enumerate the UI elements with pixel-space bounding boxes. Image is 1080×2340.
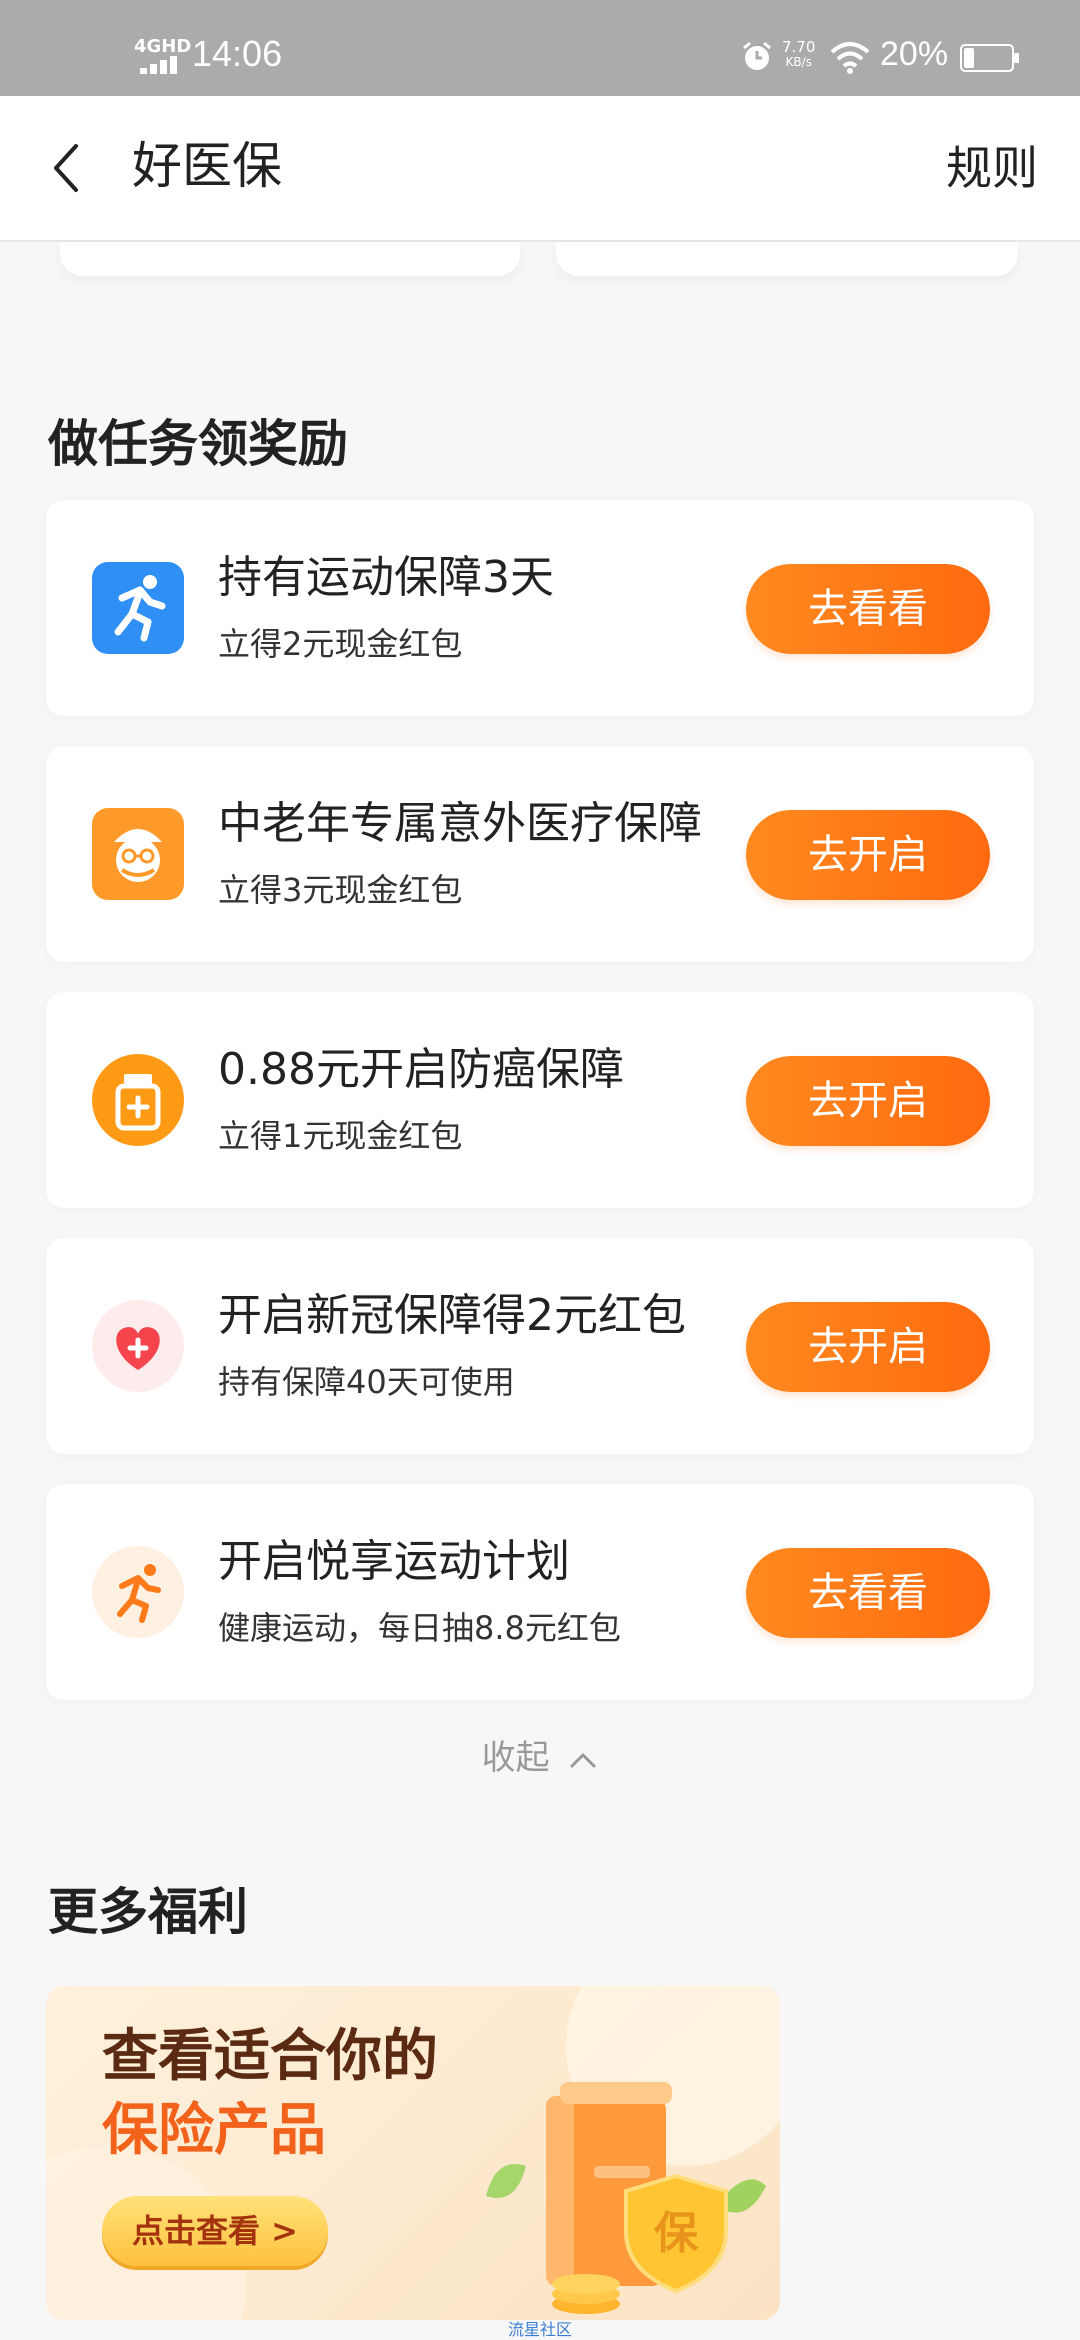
task-card: 持有运动保障3天 立得2元现金红包 去看看 bbox=[46, 500, 1034, 716]
promo-headline: 查看适合你的 bbox=[102, 2024, 438, 2089]
tasks-section-title: 做任务领奖励 bbox=[48, 415, 348, 473]
runner-icon bbox=[92, 1546, 184, 1638]
medicine-bottle-icon bbox=[92, 1054, 184, 1146]
alarm-icon bbox=[743, 41, 771, 70]
net-speed: 7.70 KB/s bbox=[782, 40, 815, 70]
promo-badge-char: 保 bbox=[654, 2208, 699, 2259]
task-card: 开启悦享运动计划 健康运动，每日抽8.8元红包 去看看 bbox=[46, 1484, 1034, 1700]
battery-percent: 20% bbox=[880, 35, 949, 73]
task-card: 开启新冠保障得2元红包 持有保障40天可使用 去开启 bbox=[46, 1238, 1034, 1454]
partial-card-left bbox=[60, 242, 520, 276]
task-title: 开启悦享运动计划 bbox=[218, 1536, 570, 1587]
nav-bar: 好医保 规则 bbox=[0, 96, 1080, 242]
task-card: 0.88元开启防癌保障 立得1元现金红包 去开启 bbox=[46, 992, 1034, 1208]
collapse-toggle[interactable]: 收起 bbox=[0, 1730, 1080, 1786]
promo-subheadline: 保险产品 bbox=[102, 2098, 326, 2163]
signal-icon bbox=[140, 56, 177, 74]
task-title: 0.88元开启防癌保障 bbox=[218, 1044, 624, 1095]
status-bar: 4GHD 14:06 7.70 KB/s 20% bbox=[0, 0, 1080, 96]
heart-plus-icon bbox=[92, 1300, 184, 1392]
wifi-icon bbox=[830, 42, 870, 74]
battery-icon bbox=[960, 44, 1019, 72]
elder-icon bbox=[92, 808, 184, 900]
task-card: 中老年专属意外医疗保障 立得3元现金红包 去开启 bbox=[46, 746, 1034, 962]
promo-button[interactable]: 点击查看 > bbox=[102, 2196, 328, 2266]
task-subtitle: 立得1元现金红包 bbox=[218, 1117, 463, 1155]
partial-card-right bbox=[556, 242, 1018, 276]
clock: 14:06 bbox=[192, 33, 283, 74]
network-type: 4GHD bbox=[134, 36, 192, 57]
rules-link[interactable]: 规则 bbox=[946, 136, 1038, 200]
task-action-button[interactable]: 去开启 bbox=[746, 1302, 990, 1392]
task-subtitle: 立得3元现金红包 bbox=[218, 871, 463, 909]
task-subtitle: 立得2元现金红包 bbox=[218, 625, 463, 663]
page-title: 好医保 bbox=[132, 137, 282, 195]
task-action-button[interactable]: 去开启 bbox=[746, 810, 990, 900]
task-subtitle: 持有保障40天可使用 bbox=[218, 1363, 515, 1401]
promo-banner[interactable]: 查看适合你的 保险产品 点击查看 > 保 bbox=[46, 1986, 780, 2320]
collapse-label: 收起 bbox=[481, 1738, 550, 1778]
task-action-button[interactable]: 去开启 bbox=[746, 1056, 990, 1146]
task-title: 开启新冠保障得2元红包 bbox=[218, 1290, 686, 1341]
net-speed-unit: KB/s bbox=[785, 55, 812, 69]
insurance-book-icon: 保 bbox=[486, 2082, 766, 2314]
back-icon[interactable] bbox=[40, 136, 100, 200]
more-section-title: 更多福利 bbox=[48, 1883, 248, 1941]
chevron-up-icon bbox=[570, 1753, 596, 1767]
task-subtitle: 健康运动，每日抽8.8元红包 bbox=[218, 1609, 621, 1647]
watermark-text: 流星社区 bbox=[508, 2320, 573, 2339]
task-action-button[interactable]: 去看看 bbox=[746, 564, 990, 654]
task-action-button[interactable]: 去看看 bbox=[746, 1548, 990, 1638]
running-icon bbox=[92, 562, 184, 654]
task-title: 中老年专属意外医疗保障 bbox=[218, 798, 702, 849]
net-speed-value: 7.70 bbox=[782, 38, 816, 56]
task-title: 持有运动保障3天 bbox=[218, 552, 554, 603]
